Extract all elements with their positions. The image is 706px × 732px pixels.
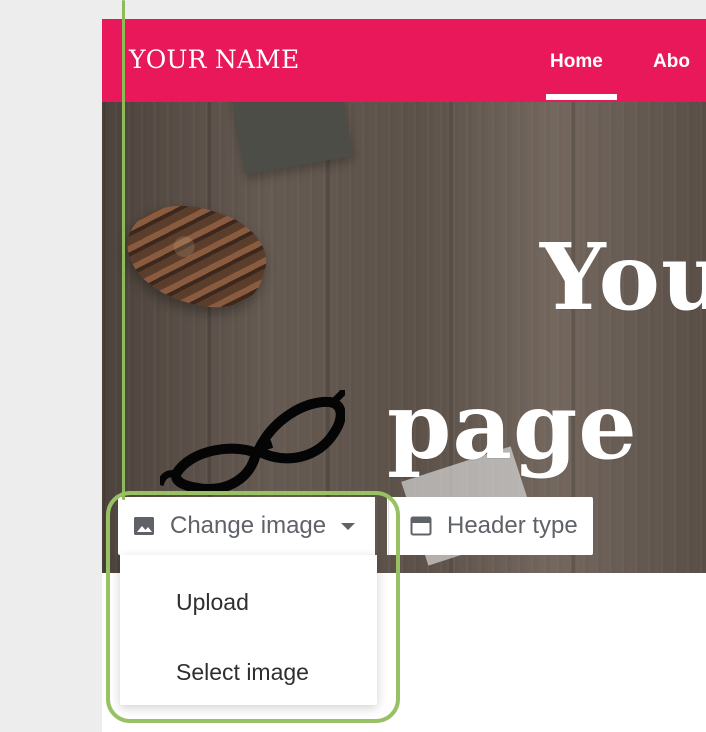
site-name[interactable]: YOUR NAME — [129, 45, 299, 74]
select-image-menu-item[interactable]: Select image — [176, 659, 309, 686]
image-toolbar: Change image Header type — [118, 497, 593, 555]
book-decoration — [230, 102, 354, 175]
toolbar-divider — [388, 497, 389, 555]
change-image-dropdown: Upload Select image — [120, 555, 377, 705]
active-nav-underline — [546, 94, 617, 100]
change-image-button[interactable]: Change image — [118, 497, 375, 555]
pinecone-decoration — [114, 188, 278, 323]
glasses-decoration — [160, 390, 345, 494]
change-image-label: Change image — [170, 512, 327, 539]
callout-line — [122, 0, 125, 500]
header-layout-icon — [410, 516, 432, 536]
left-gutter — [0, 0, 102, 732]
chevron-down-icon — [341, 522, 356, 530]
nav-about-link[interactable]: Abo — [653, 51, 690, 73]
screenshot-stage: YOUR NAME Home Abo You page Change image… — [0, 0, 706, 732]
header-type-label: Header type — [447, 512, 578, 539]
hero-title-line-2: page — [387, 372, 638, 480]
top-strip — [0, 0, 706, 19]
site-header: YOUR NAME Home Abo — [102, 19, 706, 102]
header-type-button[interactable]: Header type — [387, 497, 593, 555]
image-icon — [134, 517, 154, 535]
hero-title-line-1: You — [540, 223, 706, 331]
upload-menu-item[interactable]: Upload — [176, 589, 249, 616]
website-preview: YOUR NAME Home Abo You page Change image… — [102, 19, 706, 732]
nav-home-link[interactable]: Home — [550, 51, 603, 73]
